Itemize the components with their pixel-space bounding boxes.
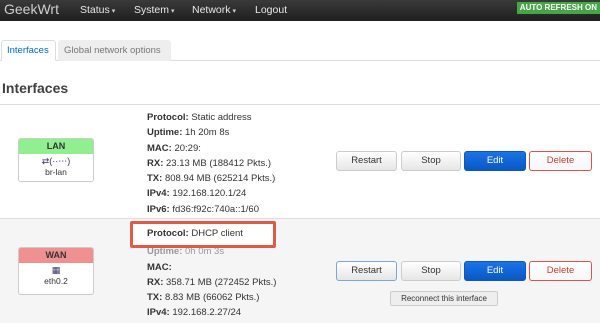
delete-button[interactable]: Delete	[529, 151, 592, 171]
nav-system-menu[interactable]: System ▾	[134, 4, 175, 16]
nav-system-label: System	[134, 4, 170, 16]
stop-button[interactable]: Stop	[401, 151, 461, 171]
nav-status-label: Status	[80, 4, 110, 16]
interface-device: eth0.2	[44, 276, 68, 286]
interface-badge-lan: LAN ⇄(··⋯) br-lan	[18, 138, 94, 182]
interface-device: br-lan	[45, 167, 67, 177]
page-title: Interfaces	[2, 80, 69, 96]
wan-protocol-text: Protocol: DHCP client	[147, 228, 243, 239]
interface-name: LAN	[19, 139, 93, 154]
chevron-down-icon: ▾	[111, 8, 116, 15]
auto-refresh-toggle[interactable]: AUTO REFRESH ON	[516, 2, 600, 14]
nav-status-menu[interactable]: Status ▾	[80, 4, 115, 16]
nav-network-label: Network	[192, 4, 231, 16]
restart-tooltip: Reconnect this interface	[390, 291, 498, 306]
tab-interfaces[interactable]: Interfaces	[1, 40, 56, 61]
stop-button[interactable]: Stop	[401, 261, 461, 281]
brand-logo[interactable]: GeekWrt	[4, 1, 59, 17]
chevron-down-icon: ▾	[171, 8, 175, 15]
ethernet-port-icon: ▦	[51, 265, 61, 275]
interface-details: Protocol: Static address Uptime: 1h 20m …	[147, 112, 276, 215]
interface-badge-wan: WAN ▦ eth0.2	[18, 247, 94, 295]
top-navbar: GeekWrt Status ▾ System ▾ Network ▾ Logout …	[0, 0, 600, 21]
tab-bar: Interfaces Global network options	[0, 40, 600, 61]
tab-global-network-options[interactable]: Global network options	[58, 40, 171, 61]
interface-row-wan: WAN ▦ eth0.2 Uptime: 0h 0m 3s MAC: RX: 3…	[0, 218, 600, 323]
edit-button[interactable]: Edit	[464, 151, 526, 171]
delete-button[interactable]: Delete	[529, 261, 592, 281]
chevron-down-icon: ▾	[232, 8, 237, 15]
restart-button[interactable]: Restart	[336, 261, 397, 281]
network-bridge-icon: ⇄(··⋯)	[41, 156, 71, 166]
nav-logout-link[interactable]: Logout	[255, 4, 287, 16]
nav-network-menu[interactable]: Network ▾	[192, 4, 236, 16]
interface-row-lan: LAN ⇄(··⋯) br-lan Protocol: Static addre…	[0, 104, 600, 218]
edit-button[interactable]: Edit	[464, 261, 526, 281]
interface-name: WAN	[19, 248, 93, 263]
restart-button[interactable]: Restart	[336, 151, 397, 171]
